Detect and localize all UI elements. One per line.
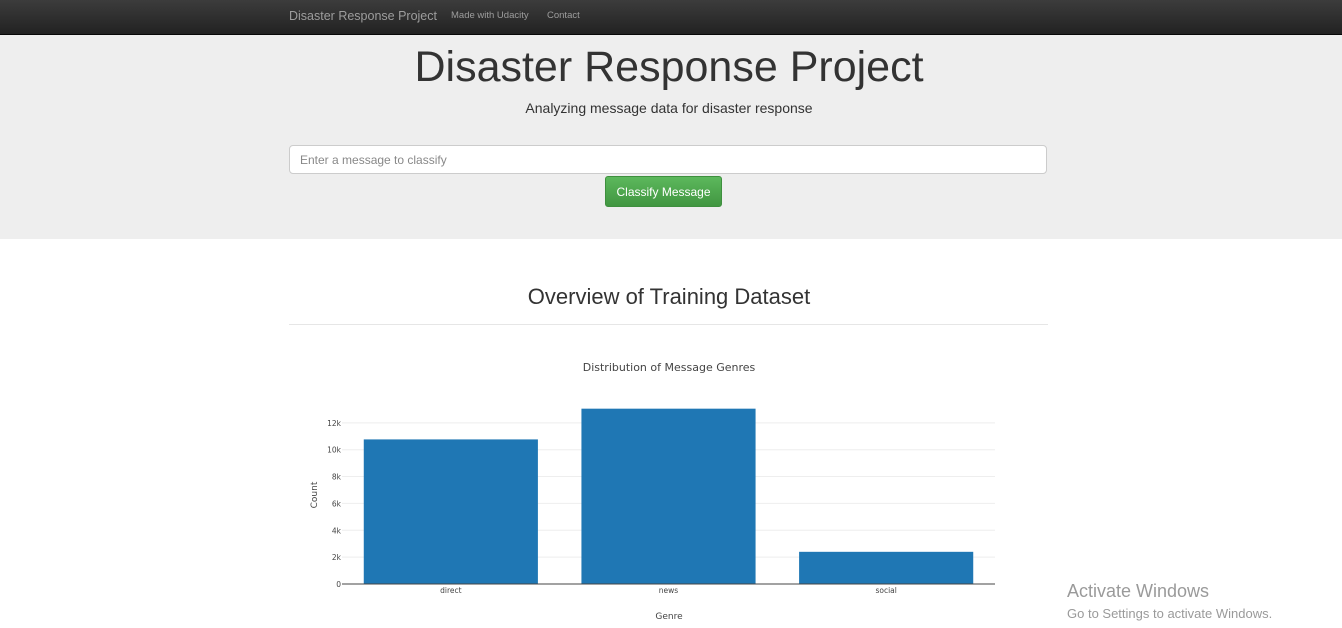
y-tick-label: 10k (327, 446, 342, 455)
x-axis-label: Genre (655, 612, 683, 622)
activate-windows-hint: Go to Settings to activate Windows. (1067, 606, 1273, 621)
y-tick-label: 8k (332, 473, 342, 482)
chart-title: Distribution of Message Genres (583, 361, 756, 374)
y-tick-label: 2k (332, 553, 342, 562)
x-tick-label-direct: direct (440, 586, 462, 595)
y-tick-label: 6k (332, 499, 342, 508)
bar-social (799, 551, 974, 584)
y-tick-label: 12k (327, 419, 342, 428)
y-tick-label: 0 (336, 580, 341, 589)
x-tick-label-news: news (659, 586, 679, 595)
activate-windows-watermark: Activate Windows (1067, 581, 1210, 601)
bar-direct (363, 439, 538, 584)
bar-news (581, 408, 756, 584)
y-axis-label: Count (310, 481, 320, 508)
y-tick-label: 4k (332, 526, 342, 535)
chart-bars (363, 408, 974, 584)
x-tick-label-social: social (875, 586, 896, 595)
genre-distribution-chart: Distribution of Message Genres 0 2k 4k 6k 8k… (310, 361, 995, 622)
